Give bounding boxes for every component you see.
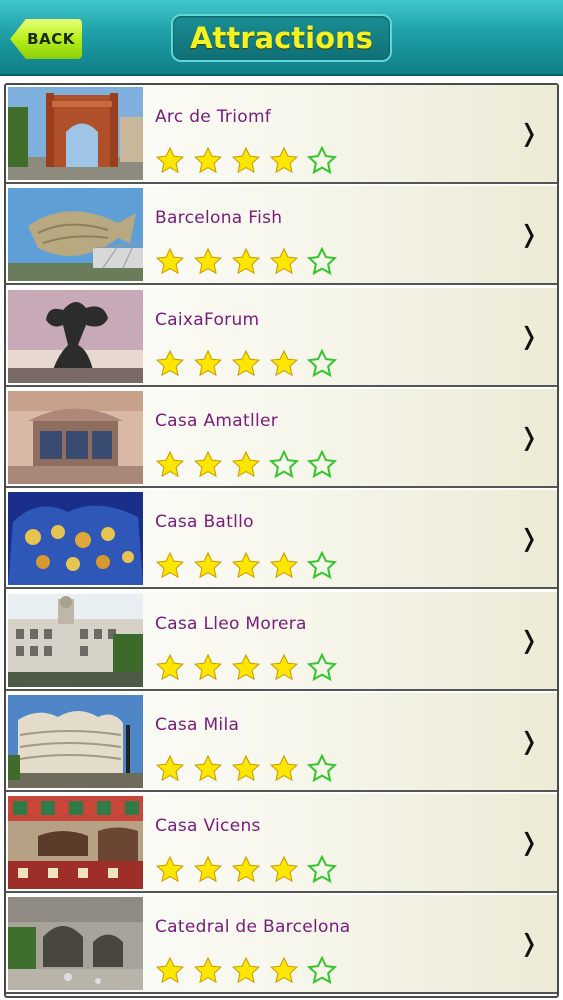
attraction-name: Casa Amatller — [155, 410, 279, 431]
tiled-facade-photo — [8, 796, 143, 890]
rating-stars — [151, 550, 341, 584]
attraction-name: Casa Batllo — [155, 512, 254, 533]
attraction-name: Casa Vicens — [155, 816, 261, 837]
star-empty-icon — [303, 753, 341, 785]
star-filled-icon — [265, 652, 303, 684]
star-empty-icon — [303, 449, 341, 481]
star-filled-icon — [151, 854, 189, 886]
star-filled-icon — [265, 246, 303, 278]
star-filled-icon — [227, 449, 265, 481]
star-filled-icon — [189, 955, 227, 987]
star-filled-icon — [265, 753, 303, 785]
list-item[interactable]: Casa Vicens ❭ — [6, 794, 557, 894]
star-filled-icon — [189, 753, 227, 785]
list-item[interactable]: Arc de Triomf ❭ — [6, 85, 557, 184]
star-filled-icon — [151, 550, 189, 582]
star-empty-icon — [303, 550, 341, 582]
star-filled-icon — [151, 145, 189, 177]
star-empty-icon — [265, 449, 303, 481]
top-bar: BACK Attractions — [0, 0, 563, 76]
star-empty-icon — [303, 145, 341, 177]
star-filled-icon — [227, 854, 265, 886]
star-filled-icon — [189, 348, 227, 380]
facade-photo — [8, 390, 143, 484]
rating-stars — [151, 955, 341, 989]
back-button-label: BACK — [27, 30, 75, 48]
attraction-name: Arc de Triomf — [155, 107, 272, 127]
star-filled-icon — [189, 854, 227, 886]
star-filled-icon — [265, 854, 303, 886]
star-empty-icon — [303, 348, 341, 380]
chevron-right-icon: ❭ — [518, 828, 539, 857]
attraction-name: Catedral de Barcelona — [155, 917, 351, 938]
star-filled-icon — [151, 955, 189, 987]
rating-stars — [151, 348, 341, 382]
fish-sculpture-photo — [8, 188, 143, 282]
attraction-name: CaixaForum — [155, 309, 260, 330]
chevron-right-icon: ❭ — [518, 625, 539, 654]
star-filled-icon — [189, 652, 227, 684]
star-filled-icon — [265, 348, 303, 380]
rating-stars — [151, 652, 341, 686]
star-filled-icon — [227, 348, 265, 380]
building-photo — [8, 593, 143, 687]
star-filled-icon — [265, 145, 303, 177]
star-filled-icon — [227, 652, 265, 684]
list-item[interactable]: Casa Amatller ❭ — [6, 388, 557, 488]
star-filled-icon — [151, 348, 189, 380]
star-filled-icon — [151, 652, 189, 684]
star-filled-icon — [189, 449, 227, 481]
star-filled-icon — [227, 753, 265, 785]
rating-stars — [151, 753, 341, 787]
wavy-building-photo — [8, 694, 143, 788]
star-empty-icon — [303, 246, 341, 278]
chevron-right-icon: ❭ — [518, 119, 539, 147]
star-filled-icon — [227, 955, 265, 987]
list-item[interactable]: CaixaForum ❭ — [6, 287, 557, 387]
rating-stars — [151, 145, 341, 179]
page-title-box: Attractions — [171, 14, 392, 62]
rating-stars — [151, 246, 341, 280]
rating-stars — [151, 854, 341, 888]
star-filled-icon — [151, 449, 189, 481]
attraction-name: Casa Mila — [155, 714, 240, 735]
star-empty-icon — [303, 652, 341, 684]
star-empty-icon — [303, 955, 341, 987]
star-filled-icon — [189, 145, 227, 177]
list-item[interactable]: Casa Batllo ❭ — [6, 490, 557, 590]
star-filled-icon — [189, 550, 227, 582]
star-filled-icon — [265, 550, 303, 582]
star-filled-icon — [151, 246, 189, 278]
rating-stars — [151, 449, 341, 483]
star-filled-icon — [265, 955, 303, 987]
chevron-right-icon: ❭ — [518, 321, 539, 350]
star-empty-icon — [303, 854, 341, 886]
star-filled-icon — [227, 145, 265, 177]
list-item[interactable]: Casa Lleo Morera ❭ — [6, 591, 557, 691]
star-filled-icon — [151, 753, 189, 785]
chevron-right-icon: ❭ — [518, 524, 539, 553]
star-filled-icon — [227, 246, 265, 278]
chevron-right-icon: ❭ — [518, 220, 539, 249]
night-facade-photo — [8, 492, 143, 586]
attractions-list[interactable]: Arc de Triomf ❭ Barcelona Fish ❭ CaixaForu… — [4, 83, 559, 998]
attraction-name: Barcelona Fish — [155, 208, 283, 229]
list-item[interactable]: Casa Mila ❭ — [6, 692, 557, 792]
statue-photo — [8, 289, 143, 383]
star-filled-icon — [189, 246, 227, 278]
back-button[interactable]: BACK — [10, 19, 82, 59]
cloister-photo — [8, 897, 143, 991]
chevron-right-icon: ❭ — [518, 726, 539, 755]
list-item[interactable]: Barcelona Fish ❭ — [6, 186, 557, 286]
triumphal-arch-photo — [8, 87, 143, 180]
attraction-name: Casa Lleo Morera — [155, 613, 307, 634]
chevron-right-icon: ❭ — [518, 422, 539, 451]
star-filled-icon — [227, 550, 265, 582]
chevron-right-icon: ❭ — [518, 929, 539, 958]
list-item[interactable]: Catedral de Barcelona ❭ — [6, 895, 557, 995]
page-title: Attractions — [190, 21, 373, 55]
